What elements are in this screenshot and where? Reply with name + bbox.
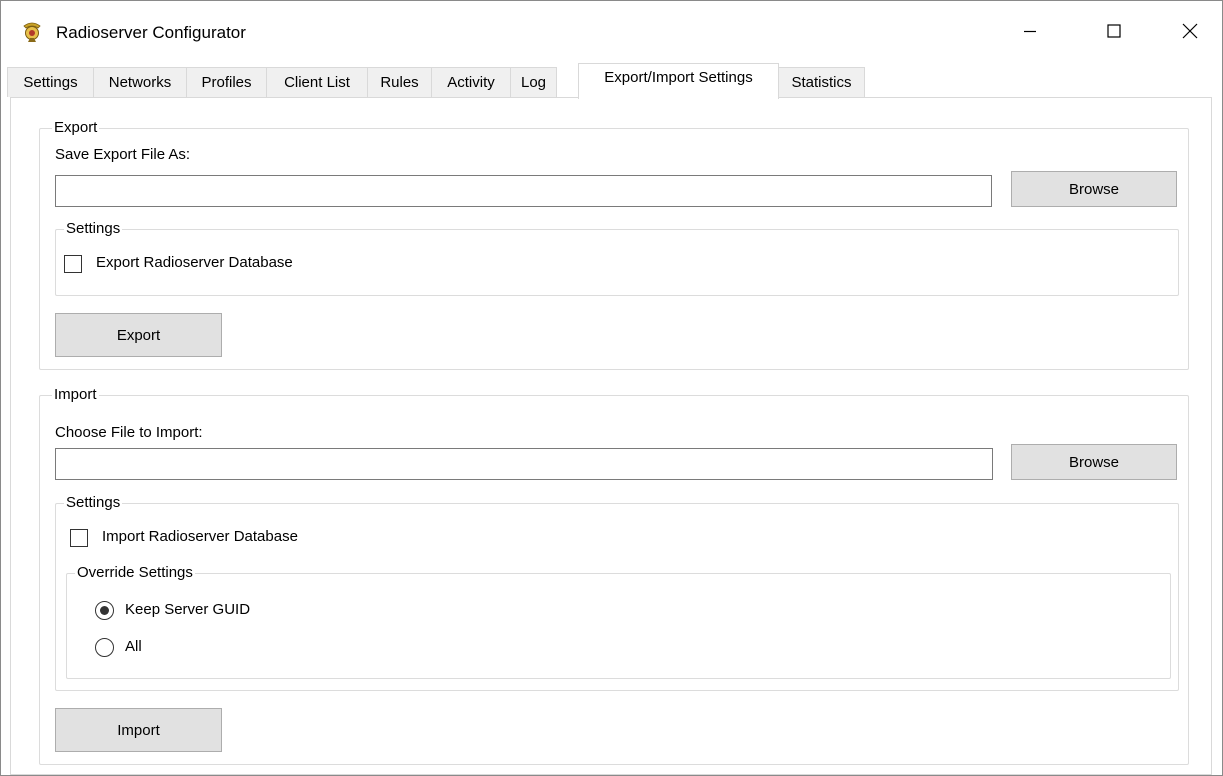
export-settings-group: Settings Export Radioserver Database <box>55 220 1179 296</box>
keep-server-guid-radio[interactable] <box>95 601 114 620</box>
import-database-checkbox[interactable] <box>70 529 88 547</box>
tab-settings[interactable]: Settings <box>7 67 94 97</box>
tab-rules[interactable]: Rules <box>367 67 432 97</box>
close-icon <box>1182 23 1198 39</box>
override-settings-group: Override Settings Keep Server GUID All <box>66 564 1171 679</box>
tab-export-import-settings[interactable]: Export/Import Settings <box>578 63 779 99</box>
maximize-button[interactable] <box>1091 11 1137 51</box>
all-radio[interactable] <box>95 638 114 657</box>
tab-statistics[interactable]: Statistics <box>778 67 865 97</box>
keep-server-guid-label: Keep Server GUID <box>125 601 251 618</box>
import-settings-title: Settings <box>64 494 123 512</box>
import-database-label: Import Radioserver Database <box>102 528 298 545</box>
tab-activity[interactable]: Activity <box>431 67 511 97</box>
import-group: Import Choose File to Import: Browse Set… <box>39 386 1189 765</box>
export-browse-button[interactable]: Browse <box>1011 171 1177 207</box>
export-settings-title: Settings <box>64 220 123 238</box>
all-label: All <box>125 638 142 655</box>
export-database-label: Export Radioserver Database <box>96 254 293 271</box>
radio-tower-icon <box>23 22 41 42</box>
tab-client-list[interactable]: Client List <box>266 67 368 97</box>
import-file-input[interactable] <box>55 448 993 480</box>
export-group: Export Save Export File As: Browse Setti… <box>39 119 1189 370</box>
import-file-label: Choose File to Import: <box>55 424 203 441</box>
tab-networks[interactable]: Networks <box>93 67 187 97</box>
close-button[interactable] <box>1167 11 1213 51</box>
import-browse-button[interactable]: Browse <box>1011 444 1177 480</box>
tab-content-panel: Export Save Export File As: Browse Setti… <box>10 97 1212 775</box>
tab-log[interactable]: Log <box>510 67 557 97</box>
export-button[interactable]: Export <box>55 313 222 357</box>
export-group-title: Export <box>52 119 100 137</box>
minimize-icon <box>1024 30 1036 33</box>
export-database-checkbox[interactable] <box>64 255 82 273</box>
export-file-input[interactable] <box>55 175 992 207</box>
maximize-icon <box>1107 24 1121 38</box>
minimize-button[interactable] <box>1007 11 1053 51</box>
import-button[interactable]: Import <box>55 708 222 752</box>
title-bar[interactable]: Radioserver Configurator <box>1 1 1222 59</box>
override-settings-title: Override Settings <box>75 564 195 582</box>
window-title: Radioserver Configurator <box>56 23 246 42</box>
import-group-title: Import <box>52 386 99 404</box>
app-window: Radioserver Configurator Settings Networ… <box>0 0 1223 776</box>
import-settings-group: Settings Import Radioserver Database Ove… <box>55 494 1179 691</box>
export-file-label: Save Export File As: <box>55 146 191 163</box>
radio-selected-dot <box>100 606 109 615</box>
tab-strip: Settings Networks Profiles Client List R… <box>7 63 1207 99</box>
tab-profiles[interactable]: Profiles <box>186 67 267 97</box>
